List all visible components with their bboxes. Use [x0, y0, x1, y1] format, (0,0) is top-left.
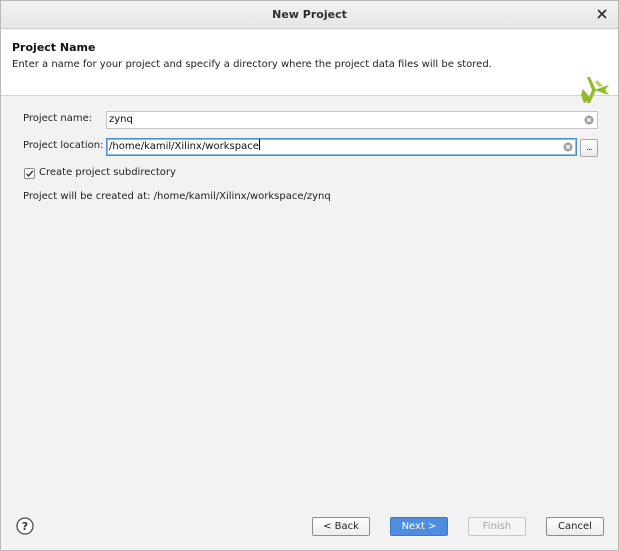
dialog-footer: ? < Back Next > Finish Cancel: [1, 497, 618, 550]
close-icon[interactable]: [595, 7, 609, 21]
clear-icon[interactable]: [563, 142, 573, 152]
next-button[interactable]: Next >: [390, 517, 448, 536]
create-subdirectory-checkbox[interactable]: [24, 168, 35, 179]
help-icon[interactable]: ?: [16, 517, 34, 535]
clear-icon[interactable]: [584, 115, 594, 125]
page-description: Enter a name for your project and specif…: [12, 59, 492, 70]
project-location-label: Project location:: [23, 140, 104, 151]
title-bar: New Project: [1, 1, 618, 29]
project-location-input[interactable]: /home/kamil/Xilinx/workspace: [106, 138, 577, 156]
project-name-input[interactable]: zynq: [106, 111, 598, 129]
form-panel: Project name: zynq Project location: /ho…: [1, 97, 618, 497]
project-name-label: Project name:: [23, 113, 93, 124]
project-location-value: /home/kamil/Xilinx/workspace: [109, 141, 259, 152]
page-header: Project Name Enter a name for your proje…: [1, 30, 618, 103]
project-path-result: Project will be created at: /home/kamil/…: [23, 191, 331, 202]
text-caret: [258, 139, 260, 150]
project-name-value: zynq: [109, 114, 133, 125]
create-subdirectory-label[interactable]: Create project subdirectory: [39, 167, 176, 178]
page-title: Project Name: [12, 41, 96, 54]
back-button[interactable]: < Back: [312, 517, 370, 536]
checkmark-icon: [25, 170, 34, 178]
cancel-button[interactable]: Cancel: [546, 517, 604, 536]
browse-button[interactable]: ...: [580, 139, 598, 157]
svg-text:?: ?: [22, 520, 28, 533]
finish-button[interactable]: Finish: [468, 517, 526, 536]
window-title: New Project: [272, 8, 347, 21]
new-project-dialog: New Project Project Name Enter a name fo…: [0, 0, 619, 551]
